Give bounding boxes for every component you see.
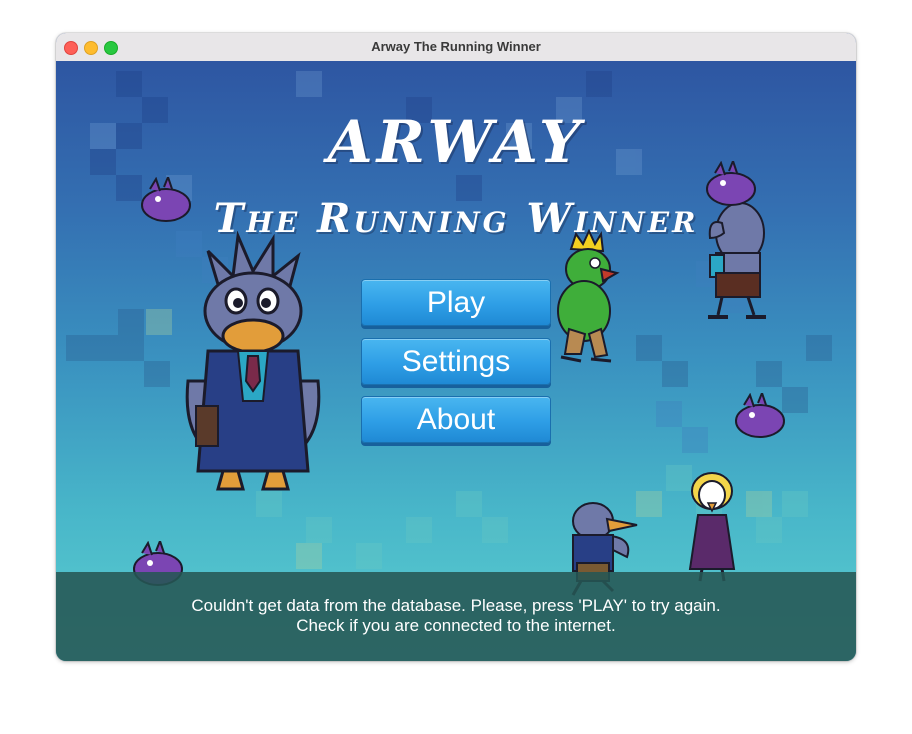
purple-bird-icon [706,161,756,206]
status-bar: Couldn't get data from the database. Ple… [56,572,856,661]
error-message: Couldn't get data from the database. Ple… [191,596,721,615]
title-bar[interactable]: Arway The Running Winner [56,33,856,62]
blonde-lady-character [688,472,736,582]
purple-bird-icon [141,177,191,222]
settings-button[interactable]: Settings [361,338,551,385]
play-button[interactable]: Play [361,279,551,326]
arway-character [185,231,321,491]
purple-bird-icon [735,393,785,438]
game-canvas[interactable]: ARWAY The Running Winner Play Settings A… [56,61,856,661]
green-king-character [557,229,620,363]
window-title: Arway The Running Winner [371,39,541,54]
app-window: Arway The Running Winner ARWAY The Runni… [56,33,856,661]
about-button[interactable]: About [361,396,551,443]
grey-bird-character [708,202,766,319]
connection-hint: Check if you are connected to the intern… [296,616,616,635]
